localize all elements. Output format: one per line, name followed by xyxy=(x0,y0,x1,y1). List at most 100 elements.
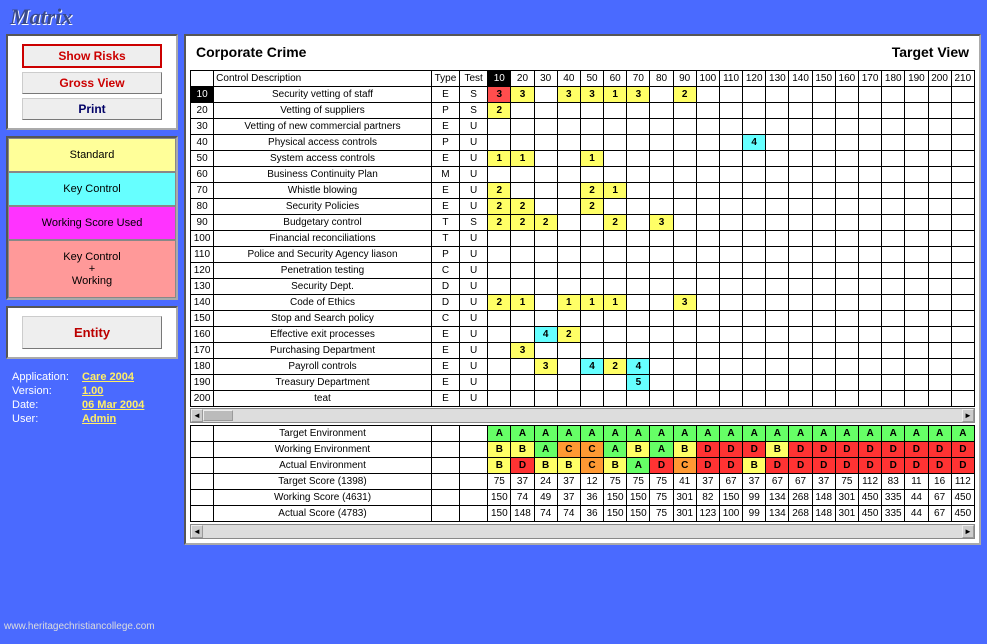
matrix-cell[interactable] xyxy=(812,119,835,135)
header-col-60[interactable]: 60 xyxy=(604,71,627,87)
row-description[interactable]: Security Policies xyxy=(214,199,432,215)
matrix-cell[interactable] xyxy=(580,215,603,231)
matrix-cell[interactable] xyxy=(557,247,580,263)
matrix-cell[interactable] xyxy=(835,391,858,407)
matrix-cell[interactable] xyxy=(928,103,951,119)
matrix-cell[interactable] xyxy=(511,183,534,199)
matrix-cell[interactable]: 2 xyxy=(488,103,511,119)
row-description[interactable]: System access controls xyxy=(214,151,432,167)
matrix-cell[interactable] xyxy=(789,375,812,391)
matrix-cell[interactable] xyxy=(766,231,789,247)
table-row[interactable]: 40Physical access controlsPU4 xyxy=(191,135,975,151)
matrix-cell[interactable] xyxy=(789,135,812,151)
matrix-cell[interactable] xyxy=(627,263,650,279)
matrix-cell[interactable] xyxy=(743,167,766,183)
matrix-cell[interactable]: 2 xyxy=(488,199,511,215)
row-description[interactable]: Treasury Department xyxy=(214,375,432,391)
matrix-cell[interactable] xyxy=(673,263,696,279)
table-row[interactable]: 100Financial reconciliationsTU xyxy=(191,231,975,247)
table-row[interactable]: 80Security PoliciesEU222 xyxy=(191,199,975,215)
matrix-cell[interactable]: 4 xyxy=(534,327,557,343)
matrix-cell[interactable] xyxy=(882,167,905,183)
matrix-cell[interactable] xyxy=(882,327,905,343)
matrix-cell[interactable] xyxy=(604,343,627,359)
matrix-cell[interactable] xyxy=(534,343,557,359)
matrix-cell[interactable]: 5 xyxy=(627,375,650,391)
matrix-cell[interactable] xyxy=(534,231,557,247)
matrix-cell[interactable] xyxy=(928,311,951,327)
matrix-cell[interactable] xyxy=(835,199,858,215)
matrix-cell[interactable] xyxy=(488,311,511,327)
matrix-cell[interactable] xyxy=(858,247,881,263)
matrix-cell[interactable] xyxy=(696,375,719,391)
header-col-100[interactable]: 100 xyxy=(696,71,719,87)
matrix-cell[interactable] xyxy=(882,391,905,407)
header-control-description[interactable]: Control Description xyxy=(214,71,432,87)
header-col-190[interactable]: 190 xyxy=(905,71,928,87)
matrix-cell[interactable] xyxy=(835,103,858,119)
matrix-cell[interactable] xyxy=(604,263,627,279)
matrix-cell[interactable] xyxy=(905,343,928,359)
matrix-cell[interactable] xyxy=(812,327,835,343)
matrix-cell[interactable] xyxy=(789,199,812,215)
matrix-cell[interactable] xyxy=(905,183,928,199)
row-number[interactable]: 70 xyxy=(191,183,214,199)
matrix-cell[interactable] xyxy=(534,279,557,295)
matrix-cell[interactable] xyxy=(488,231,511,247)
matrix-cell[interactable] xyxy=(534,167,557,183)
matrix-cell[interactable] xyxy=(696,87,719,103)
matrix-cell[interactable] xyxy=(534,183,557,199)
row-number[interactable]: 150 xyxy=(191,311,214,327)
matrix-cell[interactable] xyxy=(627,199,650,215)
matrix-cell[interactable] xyxy=(858,103,881,119)
matrix-cell[interactable] xyxy=(696,199,719,215)
table-row[interactable]: 70Whistle blowingEU221 xyxy=(191,183,975,199)
matrix-cell[interactable] xyxy=(858,343,881,359)
table-row[interactable]: 150Stop and Search policyCU xyxy=(191,311,975,327)
matrix-cell[interactable] xyxy=(928,199,951,215)
row-number[interactable]: 140 xyxy=(191,295,214,311)
matrix-cell[interactable] xyxy=(928,87,951,103)
row-number[interactable]: 80 xyxy=(191,199,214,215)
row-description[interactable]: Purchasing Department xyxy=(214,343,432,359)
row-description[interactable]: Whistle blowing xyxy=(214,183,432,199)
scroll-left-icon[interactable]: ◄ xyxy=(191,525,203,538)
matrix-cell[interactable] xyxy=(580,343,603,359)
matrix-cell[interactable] xyxy=(766,247,789,263)
row-description[interactable]: Physical access controls xyxy=(214,135,432,151)
matrix-cell[interactable] xyxy=(627,103,650,119)
matrix-cell[interactable] xyxy=(766,183,789,199)
matrix-cell[interactable] xyxy=(743,279,766,295)
matrix-cell[interactable] xyxy=(511,327,534,343)
matrix-cell[interactable] xyxy=(627,327,650,343)
matrix-cell[interactable] xyxy=(766,119,789,135)
matrix-cell[interactable] xyxy=(696,151,719,167)
matrix-cell[interactable] xyxy=(604,247,627,263)
matrix-cell[interactable] xyxy=(604,231,627,247)
row-number[interactable]: 90 xyxy=(191,215,214,231)
matrix-cell[interactable] xyxy=(812,247,835,263)
matrix-cell[interactable] xyxy=(882,215,905,231)
matrix-cell[interactable] xyxy=(789,279,812,295)
matrix-cell[interactable] xyxy=(696,167,719,183)
matrix-cell[interactable] xyxy=(905,199,928,215)
matrix-cell[interactable] xyxy=(789,295,812,311)
matrix-cell[interactable] xyxy=(743,359,766,375)
header-col-180[interactable]: 180 xyxy=(882,71,905,87)
matrix-cell[interactable] xyxy=(905,151,928,167)
matrix-cell[interactable] xyxy=(673,279,696,295)
matrix-cell[interactable] xyxy=(928,391,951,407)
header-col-30[interactable]: 30 xyxy=(534,71,557,87)
matrix-cell[interactable]: 4 xyxy=(743,135,766,151)
table-row[interactable]: 160Effective exit processesEU42 xyxy=(191,327,975,343)
matrix-cell[interactable] xyxy=(557,263,580,279)
matrix-cell[interactable] xyxy=(743,311,766,327)
matrix-cell[interactable] xyxy=(858,311,881,327)
matrix-cell[interactable]: 1 xyxy=(580,151,603,167)
matrix-cell[interactable] xyxy=(719,103,742,119)
matrix-cell[interactable] xyxy=(812,215,835,231)
row-number[interactable]: 190 xyxy=(191,375,214,391)
matrix-cell[interactable] xyxy=(604,103,627,119)
matrix-cell[interactable] xyxy=(511,279,534,295)
matrix-cell[interactable] xyxy=(580,247,603,263)
